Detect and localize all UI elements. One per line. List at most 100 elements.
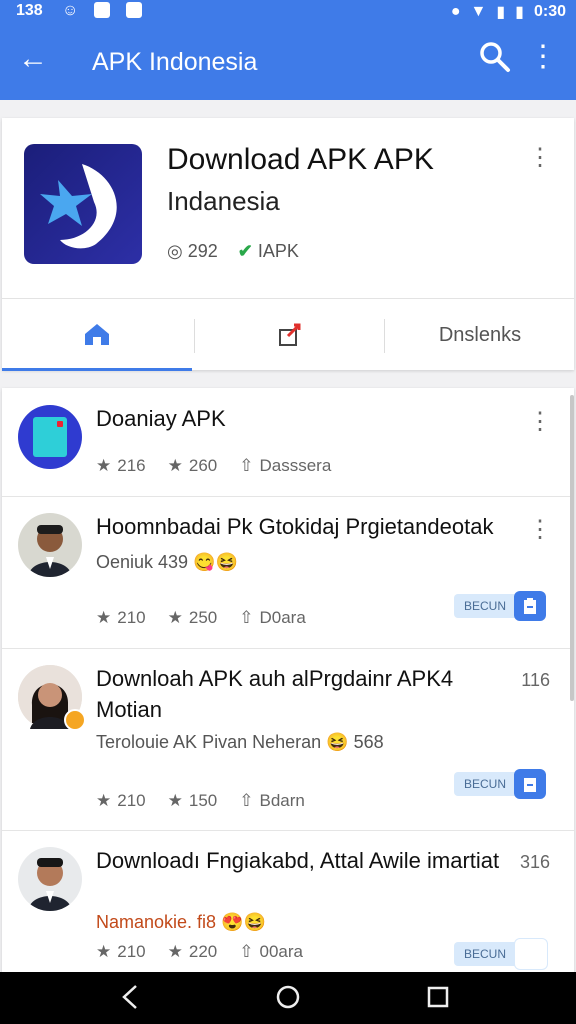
stat-like: ⇧ Dasssera: [239, 456, 331, 476]
app-header-card: Download APK APK Indanesia ◎ 292 ✔ IAPK …: [2, 118, 574, 371]
results-list: Doaniay APK ⋮ ★ 216 ★ 260 ⇧ Dasssera Hoomnb…: [2, 388, 574, 978]
share-box-icon: [279, 323, 301, 346]
status-bar: 138 ☺ ● ▼ ▮ ▮ 0:30: [0, 0, 576, 24]
clipboard-icon: [514, 769, 547, 799]
app-meta: ◎ 292 ✔ IAPK: [167, 241, 299, 262]
stat-value: 210: [117, 791, 146, 810]
stat-value: D0ara: [259, 608, 306, 627]
list-item[interactable]: Hoomnbadai Pk Gtokidaj Prgietandeotak ⋮ …: [2, 496, 574, 649]
app-logo: [24, 144, 142, 264]
tab-divider: [384, 319, 385, 353]
item-stats: ★ 210 ★ 150 ⇧ Bdarn: [96, 791, 305, 811]
home-icon: [85, 323, 109, 345]
more-vert-icon[interactable]: ⋮: [528, 42, 558, 72]
check-icon: ✔: [237, 241, 253, 261]
stat-value: 210: [117, 608, 146, 627]
status-time-left: 138: [16, 2, 43, 19]
list-item[interactable]: Downloadı Fngiakabd, Attal Awile imartia…: [2, 830, 574, 978]
item-badge[interactable]: BECUN: [454, 769, 550, 799]
back-arrow-icon[interactable]: ←: [18, 42, 48, 76]
stat-value: 216: [117, 456, 146, 475]
notification-icon: ☺: [62, 2, 79, 19]
emoji-icon: 😍😆: [221, 912, 266, 932]
system-nav-bar: [0, 972, 576, 1024]
star-icon: ★: [167, 608, 183, 627]
stat-value: 220: [188, 942, 218, 961]
source-value: IAPK: [257, 241, 299, 261]
item-more-icon[interactable]: ⋮: [528, 410, 552, 434]
item-badge[interactable]: BECUN: [454, 938, 550, 970]
app-bar-title: APK Indonesia: [92, 48, 258, 76]
thumb-icon: ⇧: [239, 456, 254, 475]
star-icon: ★: [96, 942, 112, 961]
list-item[interactable]: Downloah APK auh alPrgdainr APK4 Motian …: [2, 648, 574, 831]
scrollbar[interactable]: [570, 395, 574, 701]
stat-value: 210: [117, 942, 146, 961]
stat-rating: ★ 210: [96, 608, 146, 628]
item-subtitle-text: Terolouie AK Pivan Neheran: [96, 732, 322, 752]
stat-like: ⇧ D0ara: [239, 608, 306, 628]
item-stats: ★ 216 ★ 260 ⇧ Dasssera: [96, 456, 331, 476]
app-bar: ← APK Indonesia ⋮: [0, 24, 576, 100]
stat-value: 260: [188, 456, 218, 475]
verified-badge-icon: [64, 709, 86, 731]
location-icon: ●: [450, 3, 461, 20]
item-subtitle-text: Namanokie. fi8: [96, 912, 217, 932]
eye-icon: ◎: [167, 241, 183, 261]
star-icon: ★: [167, 942, 183, 961]
status-time-right: 0:30: [533, 3, 566, 20]
source-label: ✔ IAPK: [238, 241, 299, 262]
star-icon: ★: [167, 791, 183, 810]
item-count: 116: [521, 670, 550, 690]
thumb-icon: ⇧: [239, 791, 254, 810]
app-thumbnail: [18, 405, 82, 469]
system-icons: ● ▼ ▮ ▮ 0:30: [451, 2, 566, 22]
page-subtitle: Indanesia: [167, 186, 280, 216]
nav-back-icon[interactable]: [116, 982, 144, 1017]
stat-rating: ★ 210: [96, 791, 146, 811]
tab-home[interactable]: [2, 299, 192, 371]
star-icon: ★: [96, 791, 112, 810]
badge-label: BECUN: [454, 772, 517, 796]
avatar: [18, 513, 82, 577]
star-icon: ★: [167, 456, 183, 475]
stat-stars: ★ 150: [168, 791, 218, 811]
emoji-icon: 😆: [326, 732, 349, 752]
thumb-icon: ⇧: [239, 942, 254, 961]
notification-icons: ☺: [62, 2, 143, 20]
item-stats: ★ 210 ★ 250 ⇧ D0ara: [96, 608, 306, 628]
search-icon[interactable]: [478, 40, 512, 79]
signal-icon: ▮: [496, 4, 506, 21]
nav-home-icon[interactable]: [274, 982, 302, 1017]
item-stats: ★ 210 ★ 220 ⇧ 00ara: [96, 942, 303, 962]
stat-stars: ★ 260: [168, 456, 218, 476]
notification-icon: [94, 2, 111, 18]
item-more-icon[interactable]: ⋮: [528, 518, 552, 542]
item-subtitle: Namanokie. fi8 😍😆: [96, 912, 266, 933]
list-item[interactable]: Doaniay APK ⋮ ★ 216 ★ 260 ⇧ Dasssera: [2, 388, 574, 497]
item-badge[interactable]: BECUN: [454, 591, 550, 621]
item-title: Doaniay APK: [96, 406, 226, 431]
tab-share[interactable]: [196, 299, 384, 371]
clipboard-icon: [514, 591, 547, 621]
stat-stars: ★ 250: [168, 608, 218, 628]
tab-bar: Dnslenks: [2, 298, 574, 371]
thumb-icon: ⇧: [239, 608, 254, 627]
item-subtitle: Oeniuk 439 😋😆: [96, 552, 238, 573]
header-more-icon[interactable]: ⋮: [528, 146, 552, 170]
avatar: [18, 665, 86, 731]
tab-downloads[interactable]: Dnslenks: [386, 299, 574, 371]
nav-recents-icon[interactable]: [424, 982, 452, 1017]
stat-value: 00ara: [259, 942, 303, 961]
page-title: Download APK APK: [167, 143, 434, 176]
star-icon: ★: [96, 456, 112, 475]
item-title: Hoomnbadai Pk Gtokidaj Prgietandeotak: [96, 514, 494, 539]
star-icon: ★: [96, 608, 112, 627]
emoji-icon: 😋😆: [193, 552, 238, 572]
badge-label: BECUN: [454, 942, 517, 966]
avatar: [18, 847, 82, 911]
item-subtitle-text: Oeniuk 439: [96, 552, 189, 572]
views-value: 292: [187, 241, 218, 261]
stat-value: Dasssera: [259, 456, 332, 475]
item-title: Downloah APK auh alPrgdainr APK4 Motian: [96, 666, 454, 722]
